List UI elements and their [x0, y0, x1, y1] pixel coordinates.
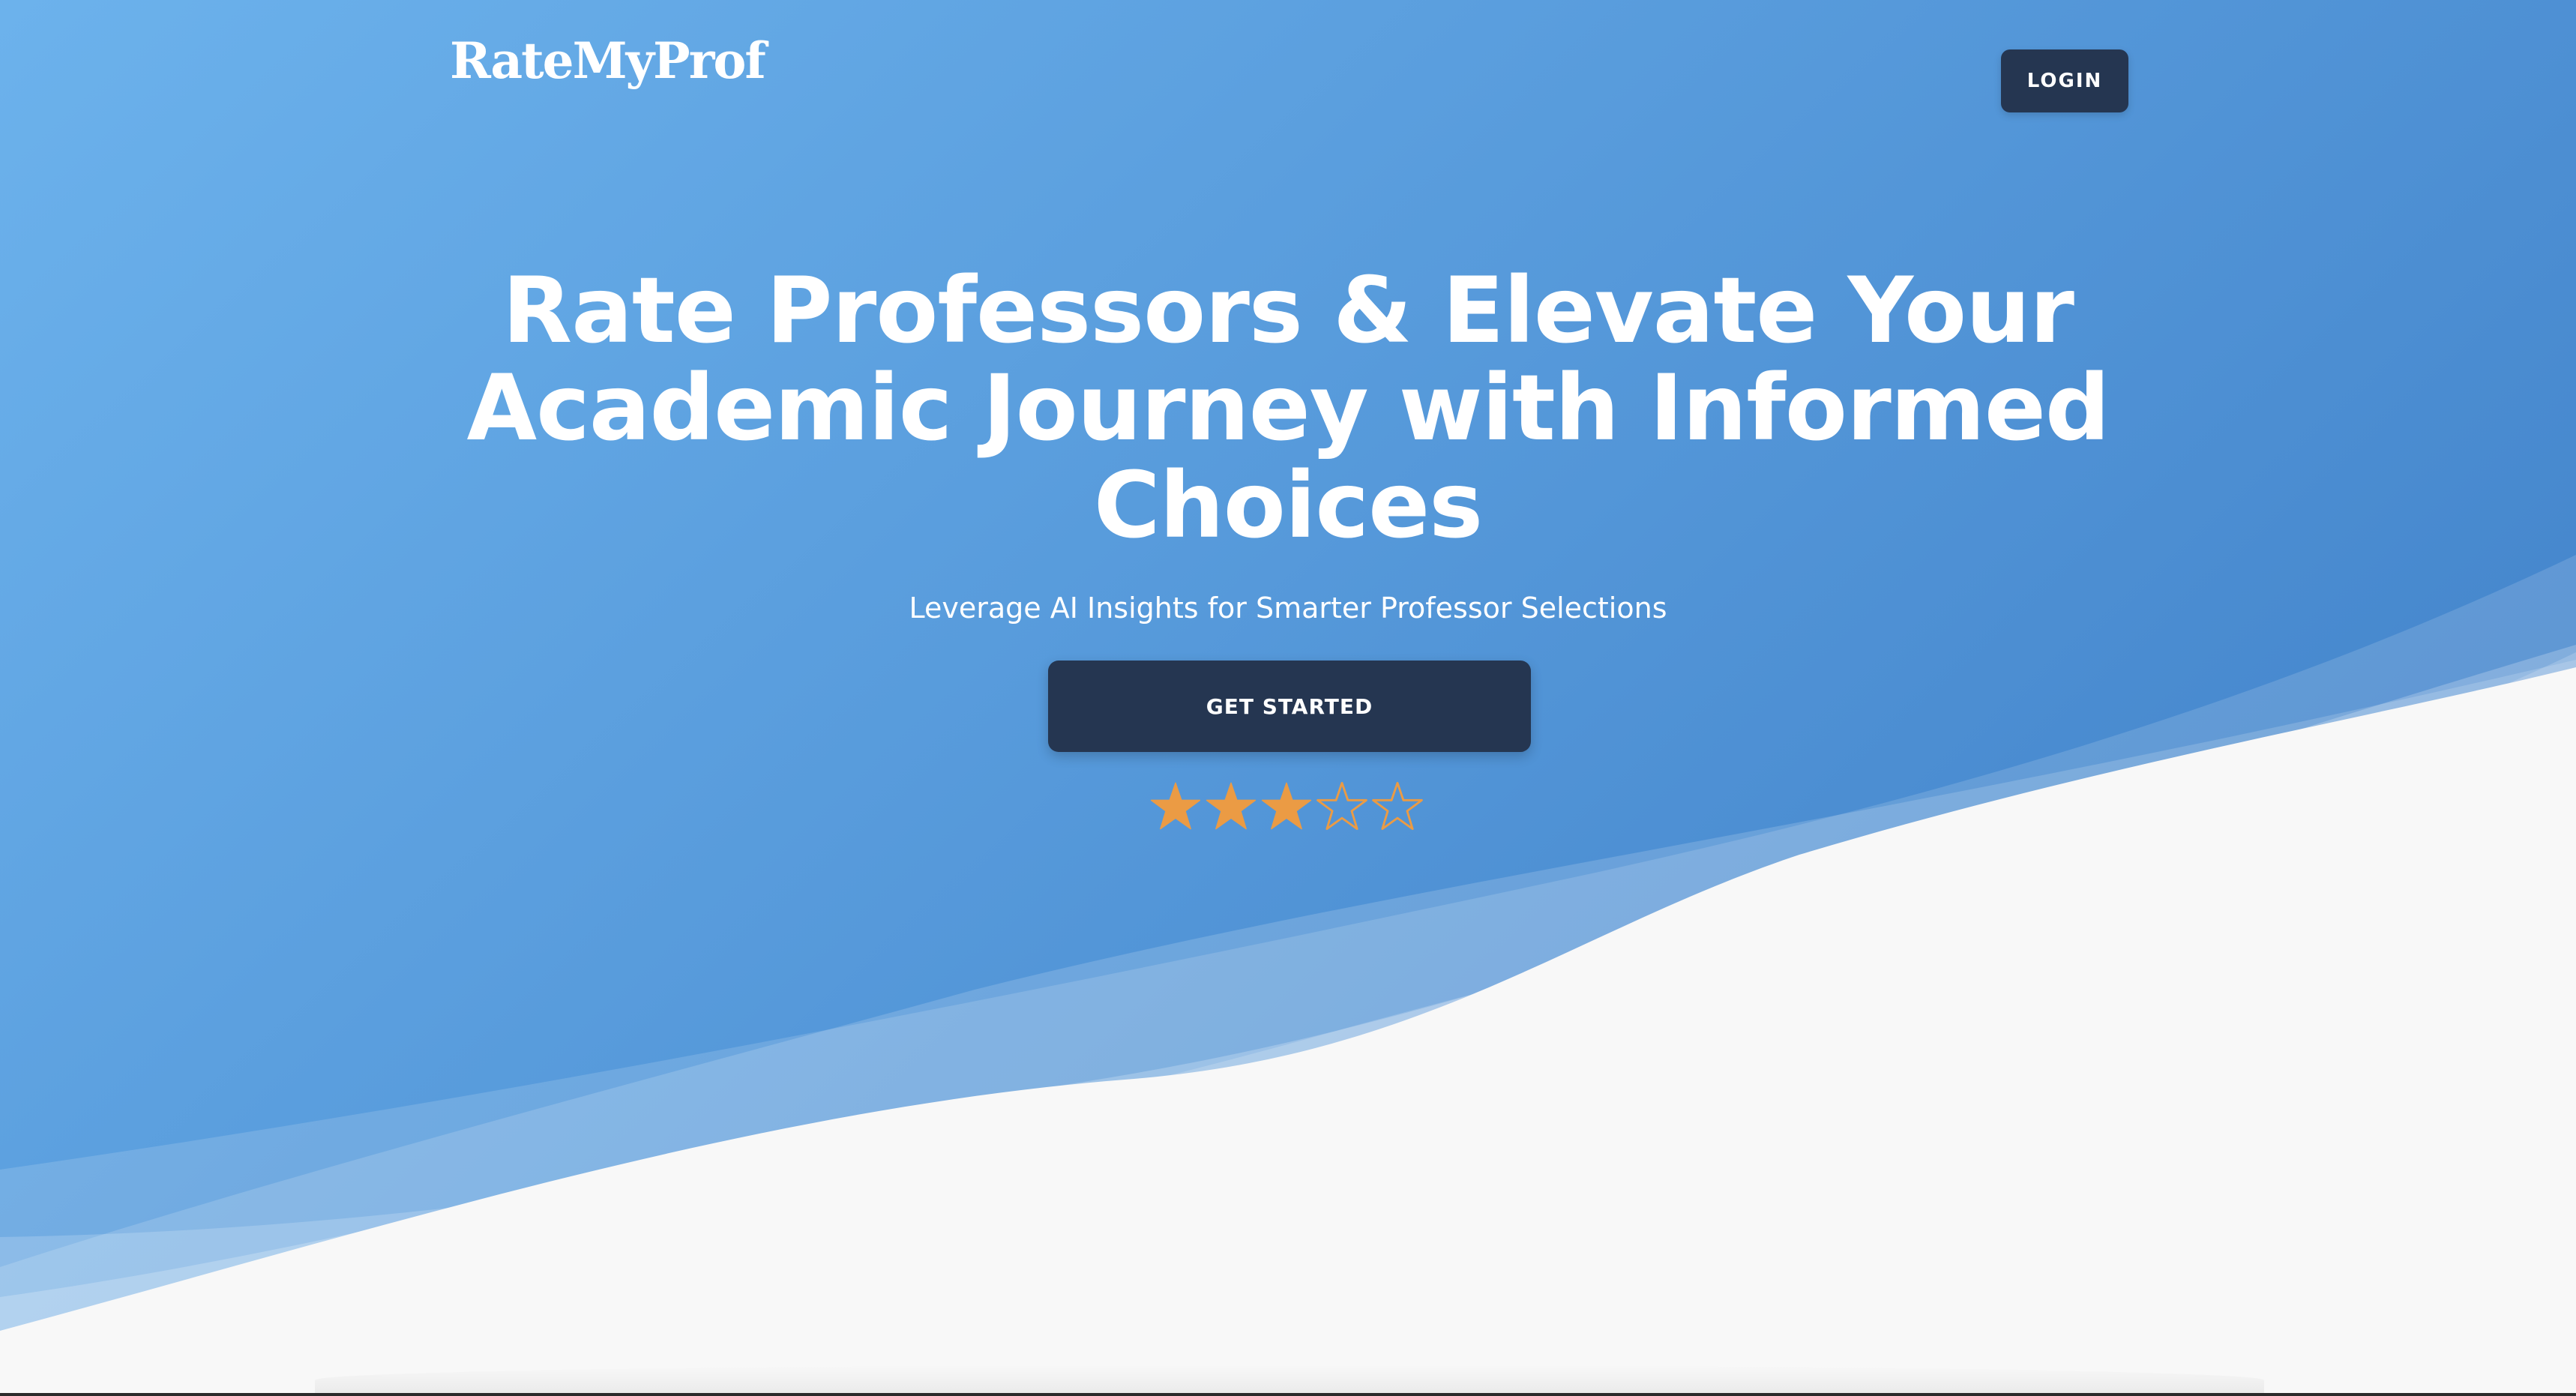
- content-card-shadow: [315, 1365, 2264, 1396]
- logo[interactable]: RateMyProf: [450, 36, 766, 85]
- star-empty-icon[interactable]: [1370, 780, 1424, 834]
- star-empty-icon[interactable]: [1315, 780, 1369, 834]
- hero-subtitle: Leverage AI Insights for Smarter Profess…: [909, 592, 1667, 625]
- star-filled-icon[interactable]: [1204, 780, 1258, 834]
- bottom-divider: [0, 1393, 2576, 1396]
- login-button[interactable]: LOGIN: [2001, 49, 2128, 112]
- star-filled-icon[interactable]: [1260, 780, 1313, 834]
- landing-page: RateMyProf LOGIN Rate Professors & Eleva…: [0, 0, 2576, 1396]
- navbar: RateMyProf LOGIN: [0, 0, 2576, 150]
- hero-headline: Rate Professors & Elevate Your Academic …: [466, 258, 2110, 559]
- star-rating[interactable]: [1149, 780, 1424, 840]
- star-filled-icon[interactable]: [1149, 780, 1203, 834]
- get-started-button[interactable]: GET STARTED: [1048, 661, 1531, 752]
